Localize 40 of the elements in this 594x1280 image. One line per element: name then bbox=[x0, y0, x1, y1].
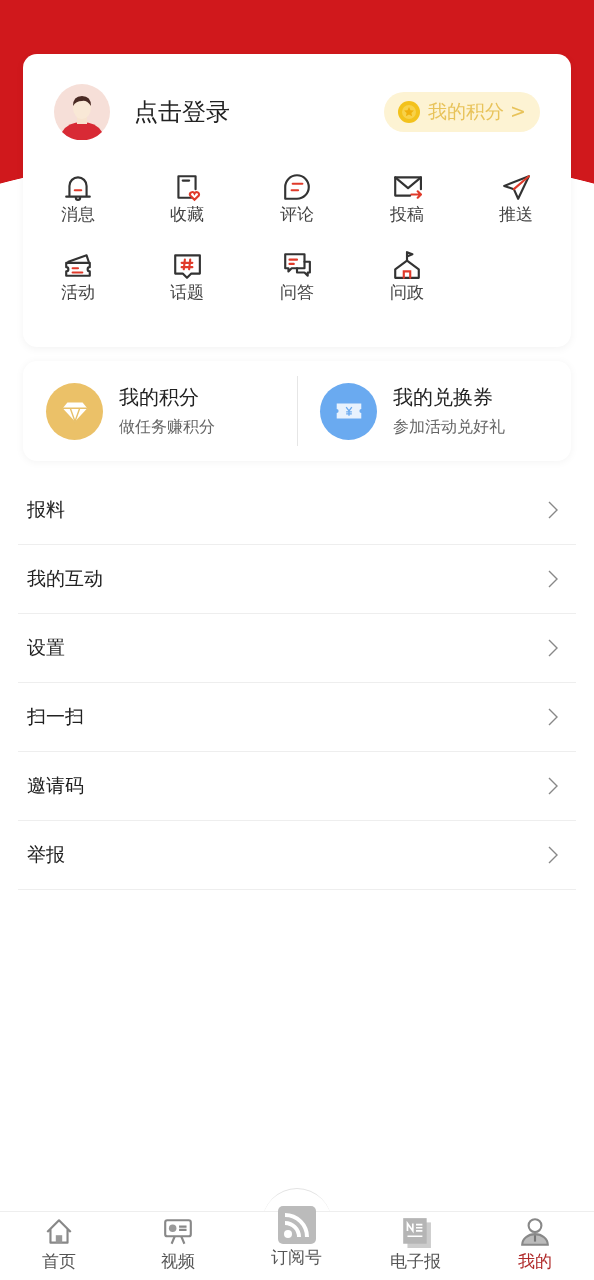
shortcut-button[interactable]: 收藏 bbox=[132, 172, 243, 226]
shortcut-button[interactable]: 活动 bbox=[23, 250, 133, 304]
chevron-right-icon bbox=[548, 708, 558, 726]
paper-plane-icon bbox=[501, 172, 532, 202]
menu-item[interactable]: 我的互动 bbox=[18, 545, 576, 614]
shortcut-button[interactable]: 推送 bbox=[461, 172, 571, 226]
chevron-right-icon bbox=[548, 777, 558, 795]
shortcut-button[interactable]: 问答 bbox=[242, 250, 352, 304]
shortcut-button[interactable]: 问政 bbox=[351, 250, 462, 304]
shortcut-button[interactable]: 话题 bbox=[132, 250, 243, 304]
shortcut-button[interactable]: 投稿 bbox=[351, 172, 462, 226]
nav-tab[interactable]: 首页 bbox=[0, 1212, 119, 1280]
benefit-subtitle: 参加活动兑好礼 bbox=[393, 417, 505, 438]
nav-tab[interactable]: 电子报 bbox=[356, 1212, 476, 1280]
shortcut-button[interactable]: 消息 bbox=[23, 172, 133, 226]
chevron-right-icon bbox=[548, 501, 558, 519]
benefit-title[interactable]: 我的积分 bbox=[119, 384, 215, 411]
chevron-right-icon bbox=[548, 846, 558, 864]
diamond-badge[interactable] bbox=[46, 382, 103, 440]
nav-tab[interactable]: 我的 bbox=[475, 1212, 594, 1280]
avatar-icon[interactable] bbox=[54, 84, 110, 140]
speech-bubble-icon bbox=[282, 172, 312, 202]
nav-tab[interactable]: 视频 bbox=[118, 1212, 238, 1280]
coin-icon bbox=[398, 101, 421, 123]
login-link[interactable]: 点击登录 bbox=[134, 96, 385, 128]
menu-item[interactable]: 邀请码 bbox=[18, 752, 576, 821]
menu-item[interactable]: 报料 bbox=[18, 476, 576, 545]
menu-item[interactable]: 举报 bbox=[18, 821, 576, 890]
flag-house-icon bbox=[391, 250, 422, 280]
benefit-subtitle: 做任务赚积分 bbox=[119, 417, 215, 438]
coupon-badge[interactable] bbox=[320, 382, 377, 440]
benefit-title[interactable]: 我的兑换券 bbox=[393, 384, 505, 411]
menu-item[interactable]: 设置 bbox=[18, 614, 576, 683]
chat-bubbles-icon bbox=[282, 250, 312, 280]
person-icon bbox=[518, 1216, 551, 1248]
chevron-right-icon bbox=[548, 570, 558, 588]
nav-tab[interactable]: 订阅号 bbox=[237, 1206, 357, 1280]
chevron-right-icon bbox=[548, 639, 558, 657]
menu-item[interactable]: 扫一扫 bbox=[18, 683, 576, 752]
shortcut-button[interactable]: 评论 bbox=[242, 172, 352, 226]
